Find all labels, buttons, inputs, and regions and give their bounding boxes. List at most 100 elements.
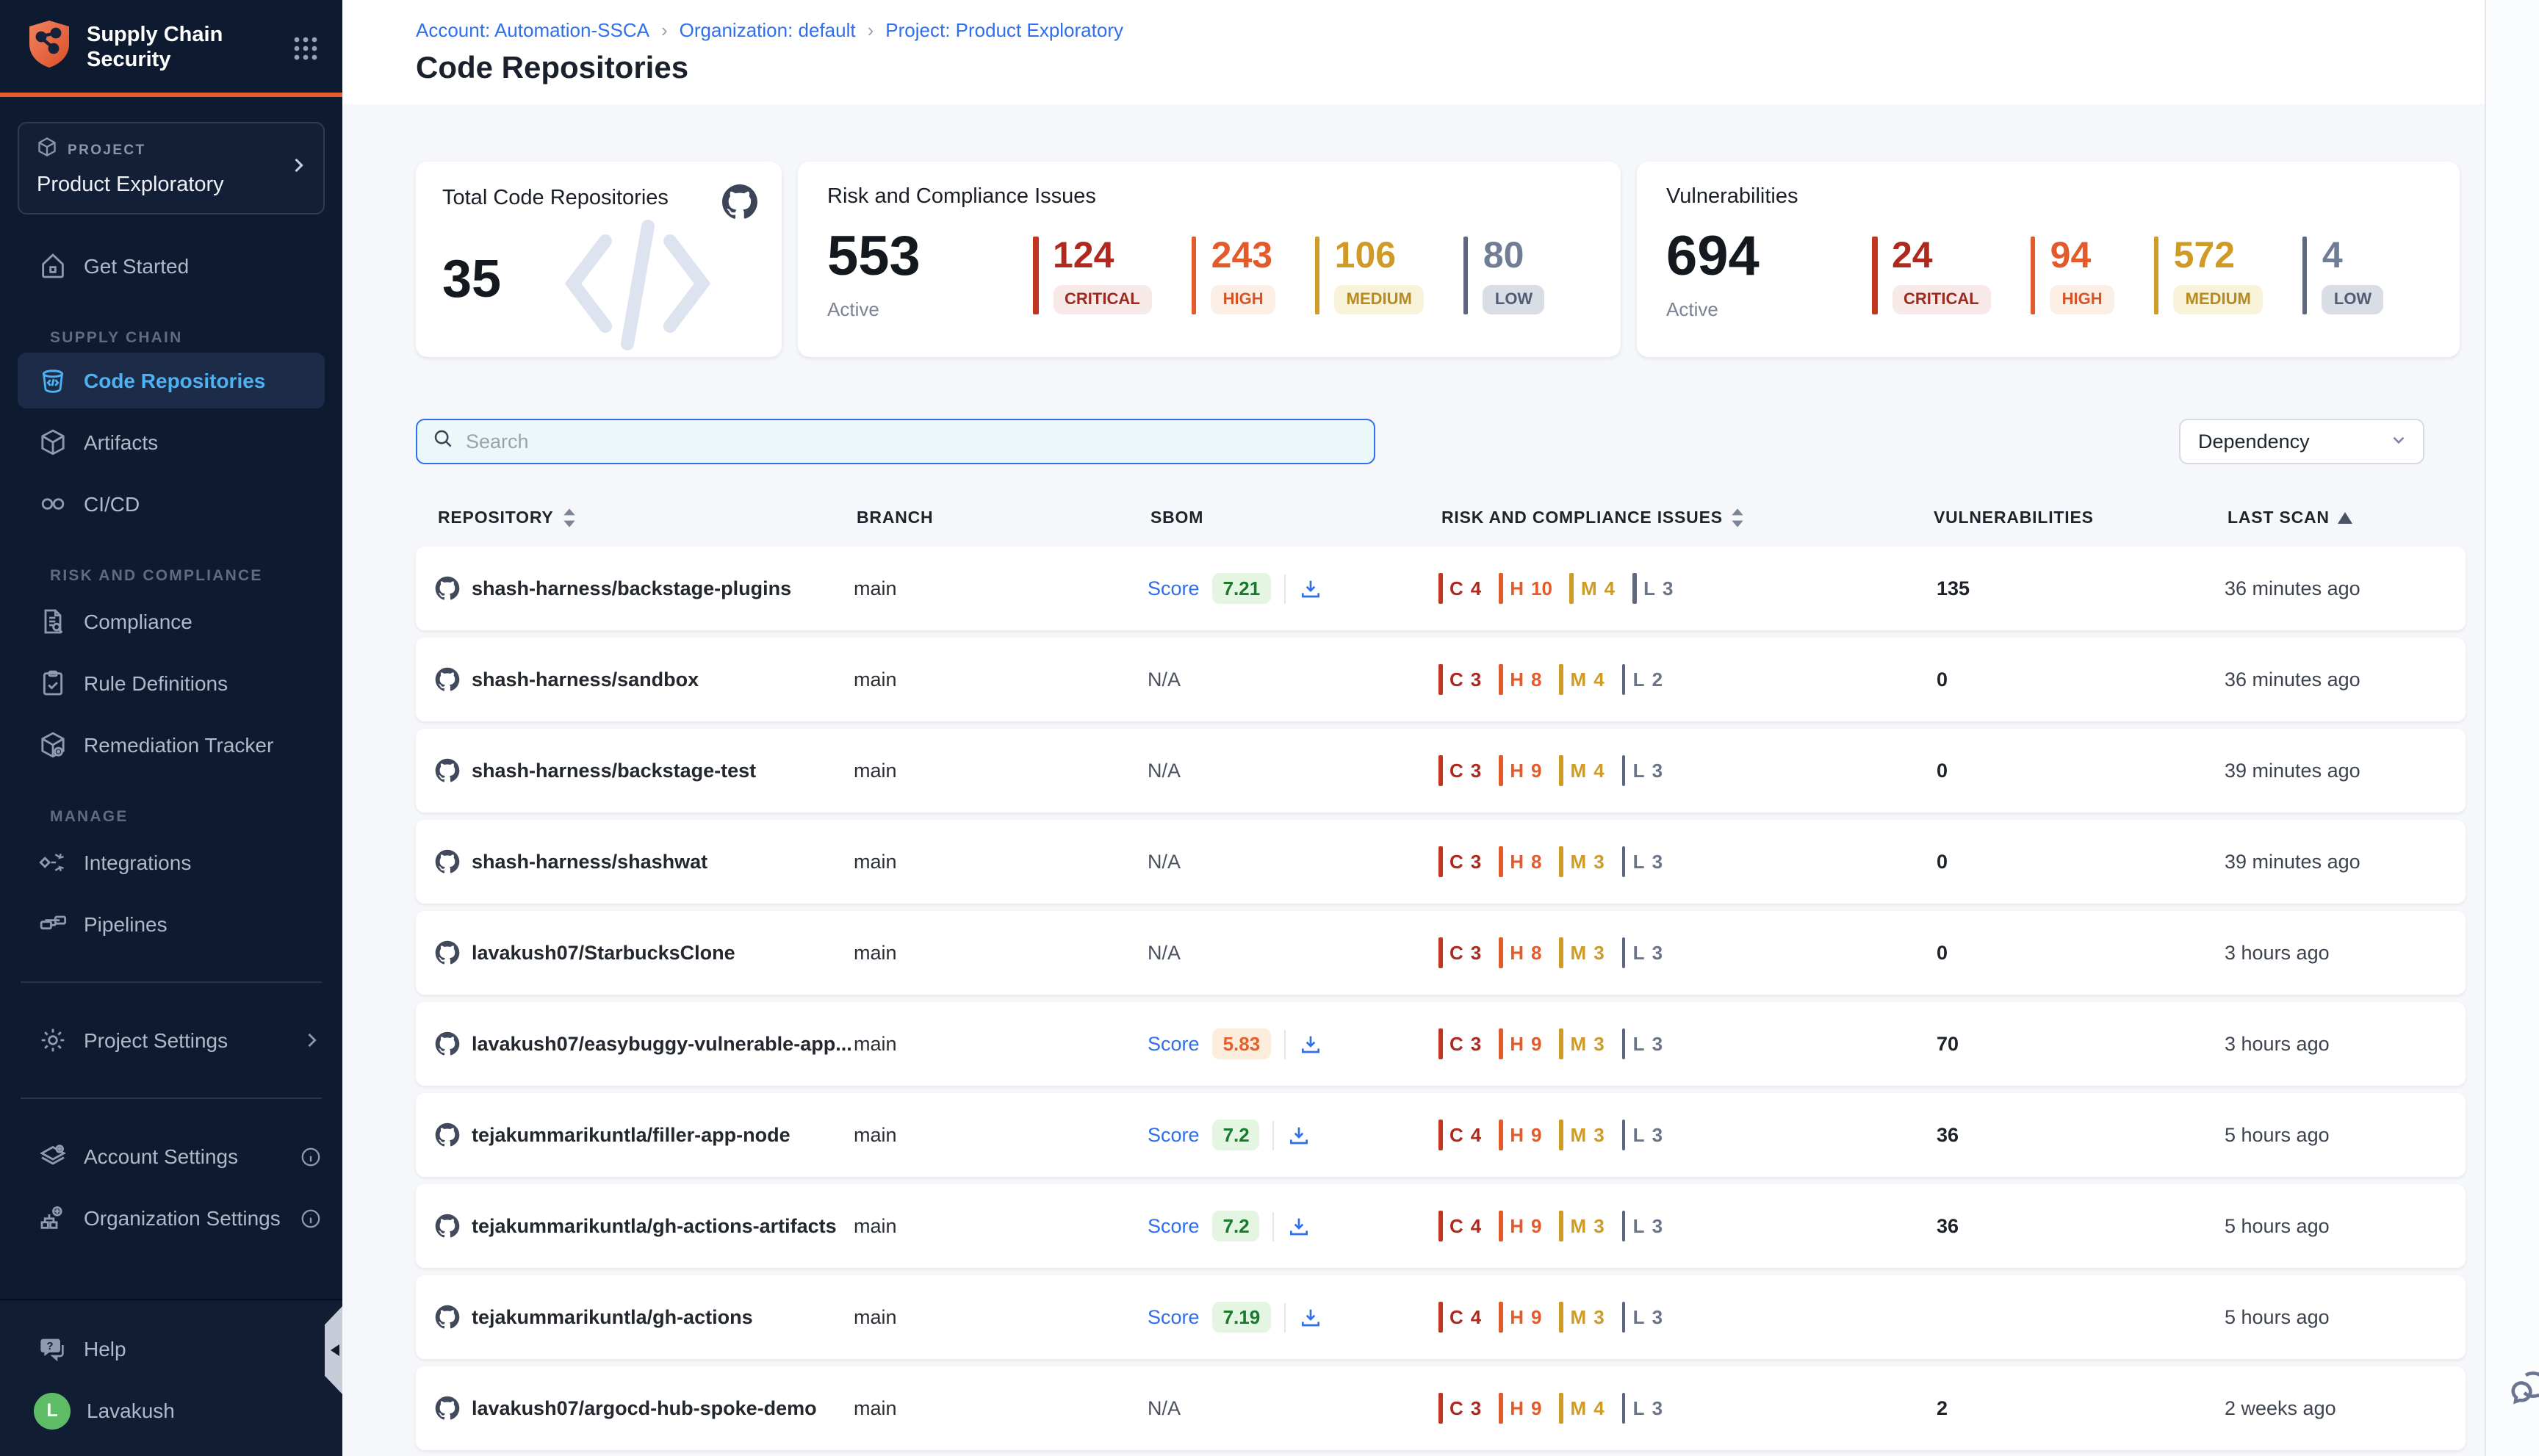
table-row[interactable]: shash-harness/shashwatmainN/AC3H8M3L3039… (416, 820, 2466, 904)
sidebar-item-rule-definitions[interactable]: Rule Definitions (0, 652, 342, 714)
repo-cell: shash-harness/backstage-plugins (435, 576, 854, 601)
sbom-score-link[interactable]: Score (1148, 1124, 1200, 1146)
scroll-gutter[interactable] (2485, 0, 2539, 1456)
risk-total-value: 553 (827, 228, 1033, 286)
risk-chip-l: L3 (1622, 846, 1663, 877)
svg-text:?: ? (46, 1340, 52, 1352)
table-row[interactable]: shash-harness/backstage-pluginsmainScore… (416, 547, 2466, 630)
column-header-risk-and-compliance-issues[interactable]: RISK AND COMPLIANCE ISSUES (1441, 508, 1934, 527)
breadcrumb-item[interactable]: Project: Product Exploratory (885, 19, 1123, 41)
chip-bar (1622, 846, 1626, 877)
column-header-repository[interactable]: REPOSITORY (438, 508, 857, 527)
sidebar-item-compliance[interactable]: Compliance (0, 591, 342, 652)
risk-chip-l: L3 (1622, 1393, 1663, 1424)
sidebar-item-artifacts[interactable]: Artifacts (0, 411, 342, 473)
chip-letter: C (1449, 851, 1463, 873)
sbom-score-link[interactable]: Score (1148, 577, 1200, 599)
sidebar-item-account-settings[interactable]: Account Settings (0, 1125, 342, 1187)
table-row[interactable]: tejakummarikuntla/gh-actions-artifactsma… (416, 1184, 2466, 1268)
table-row[interactable]: tejakummarikuntla/filler-app-node main Sco… (416, 1093, 2466, 1177)
branch-name: main (854, 668, 897, 691)
sbom-score-link[interactable]: Score (1148, 1215, 1200, 1237)
download-sbom-icon[interactable] (1288, 1123, 1311, 1147)
repo-name[interactable]: shash-harness/backstage-test (472, 760, 756, 782)
chip-count: 4 (1593, 1397, 1604, 1419)
download-sbom-icon[interactable] (1288, 1214, 1311, 1238)
app-grid-icon[interactable] (292, 35, 319, 61)
github-icon (435, 1305, 460, 1330)
sort-ascending-icon[interactable] (2338, 511, 2353, 525)
table-row[interactable]: lavakush07/argocd-hub-spoke-demomainN/AC… (416, 1366, 2466, 1450)
repo-name[interactable]: tejakummarikuntla/gh-actions (472, 1306, 753, 1328)
divider (1283, 574, 1285, 603)
repo-name[interactable]: tejakummarikuntla/filler-app-node (472, 1124, 790, 1146)
sbom-score-value: 7.19 (1213, 1302, 1271, 1333)
chip-bar (1560, 664, 1563, 695)
vulnerabilities-count: 135 (1937, 577, 1970, 599)
breadcrumb: Account: Automation-SSCA › Organization: d… (416, 19, 2539, 41)
risk-chip-m: M3 (1560, 1302, 1605, 1333)
download-sbom-icon[interactable] (1298, 1305, 1322, 1329)
user-menu[interactable]: L Lavakush (0, 1380, 342, 1441)
sidebar-item-ci-cd[interactable]: CI/CD (0, 473, 342, 535)
table-row[interactable]: shash-harness/backstage-testmainN/AC3H9M… (416, 729, 2466, 812)
repo-name[interactable]: shash-harness/shashwat (472, 851, 707, 873)
github-icon (435, 849, 460, 874)
download-sbom-icon[interactable] (1298, 1032, 1322, 1056)
branch-name: main (854, 1124, 897, 1146)
sidebar-item-project-settings[interactable]: Project Settings (0, 1009, 342, 1071)
chip-count: 9 (1531, 1124, 1541, 1146)
sbom-score-link[interactable]: Score (1148, 1306, 1200, 1328)
column-header-last-scan[interactable]: LAST SCAN (2228, 508, 2466, 527)
sidebar-item-label: Artifacts (84, 430, 158, 454)
chip-letter: C (1449, 760, 1463, 782)
chip-letter: M (1571, 1215, 1587, 1237)
sbom-na-value: N/A (1148, 760, 1181, 782)
repo-name[interactable]: lavakush07/argocd-hub-spoke-demo (472, 1397, 817, 1419)
sidebar-item-help[interactable]: ? Help (0, 1318, 342, 1380)
app-window: Supply Chain Security PROJECT Product Ex… (0, 0, 2539, 1456)
breadcrumb-item[interactable]: Account: Automation-SSCA (416, 19, 649, 41)
sbom-score-link[interactable]: Score (1148, 1033, 1200, 1055)
severity-badge: MEDIUM (1335, 285, 1424, 314)
download-sbom-icon[interactable] (1298, 577, 1322, 600)
chip-letter: H (1510, 942, 1524, 964)
repo-name[interactable]: shash-harness/backstage-plugins (472, 577, 791, 599)
vulnerabilities-count: 36 (1937, 1215, 1959, 1237)
repo-cell: lavakush07/argocd-hub-spoke-demo (435, 1396, 854, 1421)
sort-icon[interactable] (563, 508, 576, 527)
github-icon (435, 940, 460, 965)
chip-bar (1622, 1302, 1626, 1333)
sidebar-item-label: Pipelines (84, 912, 168, 936)
dependency-filter-dropdown[interactable]: Dependency (2179, 419, 2424, 464)
chip-bar (1499, 1302, 1502, 1333)
vulnerabilities-cell: 135 (1931, 577, 2225, 599)
sidebar-item-remediation-tracker[interactable]: Remediation Tracker (0, 714, 342, 776)
sidebar-item-integrations[interactable]: Integrations (0, 832, 342, 893)
project-selector[interactable]: PROJECT Product Exploratory (18, 122, 325, 215)
breadcrumb-item[interactable]: Organization: default (680, 19, 856, 41)
chip-bar (1622, 755, 1626, 786)
sidebar-item-code-repositories[interactable]: Code Repositories (18, 353, 325, 408)
chip-count: 9 (1531, 760, 1541, 782)
support-chat-icon[interactable] (2504, 1363, 2539, 1421)
sidebar-item-pipelines[interactable]: Pipelines (0, 893, 342, 955)
repo-name[interactable]: tejakummarikuntla/gh-actions-artifacts (472, 1215, 837, 1237)
breadcrumb-separator: › (661, 19, 668, 41)
chip-bar (1622, 1393, 1626, 1424)
sidebar-item-get-started[interactable]: Get Started (0, 235, 342, 297)
repo-name[interactable]: lavakush07/StarbucksClone (472, 942, 735, 964)
chip-letter: M (1571, 942, 1587, 964)
table-row[interactable]: lavakush07/StarbucksClonemainN/AC3H8M3L3… (416, 911, 2466, 995)
repo-name[interactable]: shash-harness/sandbox (472, 668, 699, 691)
search-box[interactable] (416, 419, 1375, 464)
search-input[interactable] (466, 430, 1359, 453)
repo-name[interactable]: lavakush07/easybuggy-vulnerable-app... (472, 1033, 852, 1055)
sort-icon[interactable] (1732, 508, 1745, 527)
sbom-cell: N/A (1148, 942, 1438, 964)
table-row[interactable]: shash-harness/sandboxmainN/AC3H8M4L2036 … (416, 638, 2466, 721)
sidebar-item-organization-settings[interactable]: Organization Settings (0, 1187, 342, 1249)
branch-cell: main (854, 668, 1148, 691)
table-row[interactable]: lavakush07/easybuggy-vulnerable-app...ma… (416, 1002, 2466, 1086)
table-row[interactable]: tejakummarikuntla/gh-actionsmainScore7.1… (416, 1275, 2466, 1359)
